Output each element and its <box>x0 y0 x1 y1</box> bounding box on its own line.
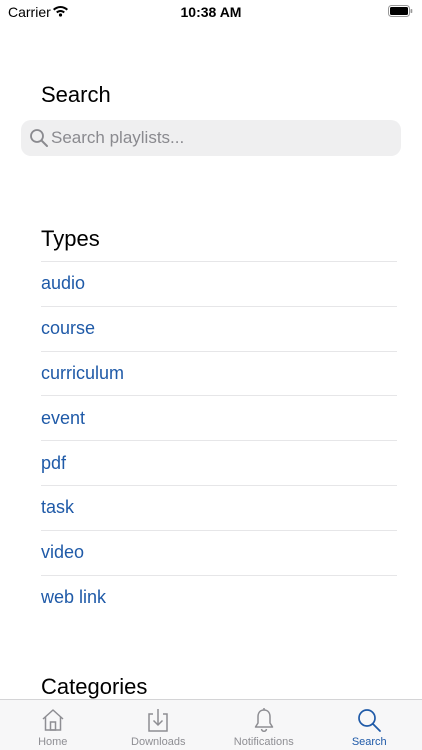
tab-search[interactable]: Search <box>317 700 422 750</box>
types-section-title: Types <box>41 226 100 251</box>
type-item-video[interactable]: video <box>41 529 397 575</box>
type-item-pdf[interactable]: pdf <box>41 440 397 485</box>
search-icon <box>30 129 48 147</box>
home-icon <box>42 709 64 731</box>
tab-notifications[interactable]: Notifications <box>211 700 317 750</box>
status-time: 10:38 AM <box>180 4 242 20</box>
types-list: audio course curriculum event pdf task v… <box>41 261 397 619</box>
type-item-label[interactable]: curriculum <box>41 363 124 384</box>
tab-label: Search <box>351 736 387 748</box>
status-bar: Carrier 10:38 AM <box>0 0 422 24</box>
tab-downloads[interactable]: Downloads <box>106 700 212 750</box>
tab-label: Notifications <box>233 736 294 748</box>
type-item-label[interactable]: event <box>41 408 85 429</box>
type-item-task[interactable]: task <box>41 484 397 530</box>
search-field[interactable] <box>21 120 401 156</box>
type-item-curriculum[interactable]: curriculum <box>41 350 397 396</box>
download-icon <box>148 709 168 732</box>
bell-icon <box>254 708 273 733</box>
type-item-web-link[interactable]: web link <box>41 574 397 620</box>
type-item-label[interactable]: task <box>41 497 74 518</box>
type-item-audio[interactable]: audio <box>41 261 397 306</box>
search-input[interactable] <box>51 120 391 156</box>
type-item-label[interactable]: web link <box>41 587 106 608</box>
tab-label: Home <box>38 736 68 748</box>
tab-home[interactable]: Home <box>0 700 106 750</box>
type-item-event[interactable]: event <box>41 395 397 440</box>
categories-section-title: Categories <box>41 674 148 699</box>
type-item-label[interactable]: audio <box>41 273 85 294</box>
type-item-label[interactable]: course <box>41 318 95 339</box>
type-item-label[interactable]: pdf <box>41 453 66 474</box>
search-icon <box>358 709 382 732</box>
battery-icon <box>388 5 413 17</box>
type-item-course[interactable]: course <box>41 305 397 351</box>
tab-bar: Home Downloads Notifications Search <box>0 699 422 750</box>
tab-label: Downloads <box>131 736 186 748</box>
search-section-title: Search <box>41 82 111 107</box>
type-item-label[interactable]: video <box>41 542 84 563</box>
